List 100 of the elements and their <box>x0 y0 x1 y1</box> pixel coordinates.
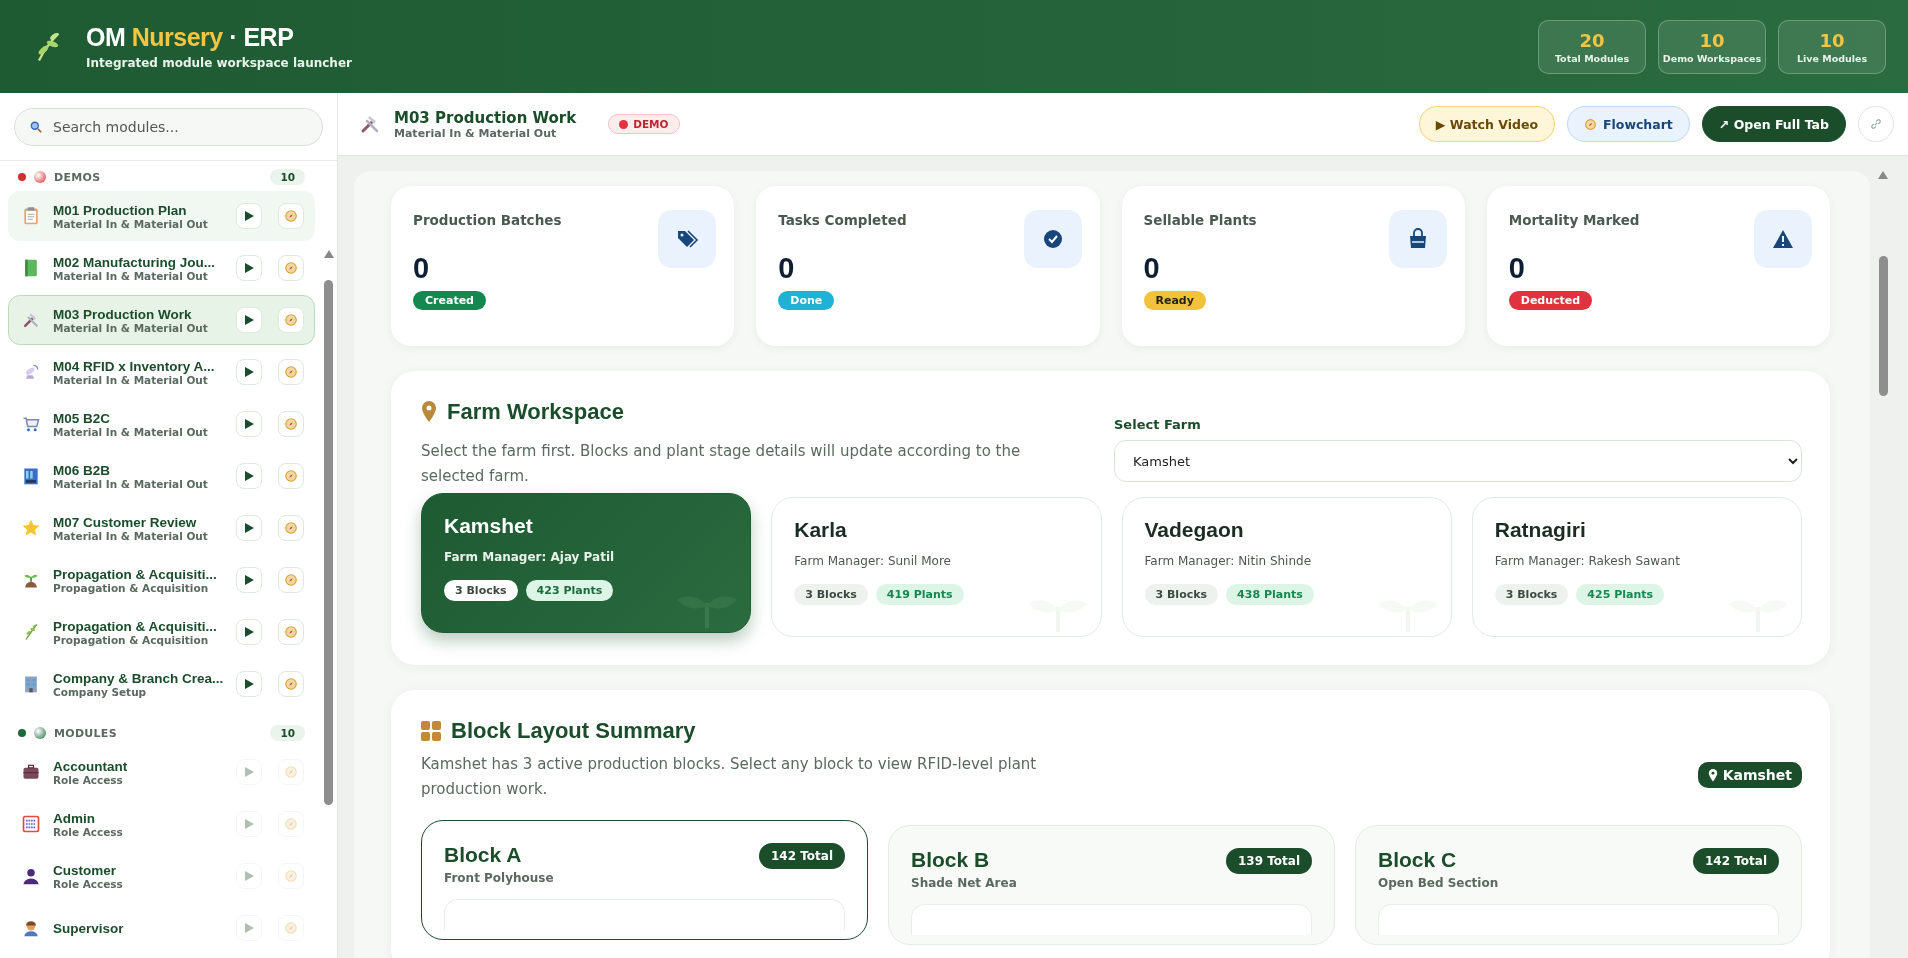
compass-icon <box>284 677 298 691</box>
play-icon <box>244 367 254 377</box>
module-item[interactable]: Propagation & Acquisiti... Propagation & Acquisition <box>8 555 315 605</box>
scroll-up-icon[interactable] <box>1878 171 1888 179</box>
warning-icon <box>1754 210 1812 268</box>
compass-button[interactable] <box>278 619 304 645</box>
total-badge: 139 Total <box>1226 848 1312 874</box>
farm-manager: Farm Manager: Ajay Patil <box>444 550 616 564</box>
module-title: M02 Manufacturing Jou... <box>53 254 216 270</box>
module-title: Propagation & Acquisiti... <box>53 566 218 582</box>
module-item[interactable]: M04 RFID x Inventory A... Material In & Material Out <box>8 347 315 397</box>
module-title: M01 Production Plan <box>53 202 188 218</box>
status-badge: Ready <box>1143 291 1206 310</box>
module-item[interactable]: M01 Production Plan Material In & Material Out <box>8 191 315 241</box>
compass-icon <box>1584 117 1597 131</box>
stat-value: 10 <box>1699 29 1725 51</box>
tags-icon <box>658 210 717 268</box>
farm-manager: Farm Manager: Rakesh Sawant <box>1494 554 1681 568</box>
module-item[interactable]: M03 Production Work Material In & Material Out <box>8 295 315 345</box>
compass-button[interactable] <box>278 203 304 229</box>
clipboard-icon <box>21 206 41 226</box>
farm-card[interactable]: Karla Farm Manager: Sunil More 3 Blocks 419 Plants <box>771 497 1102 637</box>
farm-card[interactable]: Vadegaon Farm Manager: Nitin Shinde 3 Blocks 438 Plants <box>1121 497 1452 637</box>
play-button[interactable] <box>236 255 262 281</box>
module-item[interactable]: Company & Branch Crea... Company Setup <box>8 659 315 709</box>
plants-chip: 419 Plants <box>875 584 964 605</box>
block-card[interactable]: Block C Open Bed Section 142 Total <box>1355 825 1802 945</box>
block-card[interactable]: Block B Shade Net Area 139 Total <box>888 825 1335 945</box>
play-button[interactable] <box>236 411 262 437</box>
module-title: Supervisor <box>53 920 125 936</box>
module-subtitle: Company Setup <box>53 685 148 698</box>
compass-icon <box>284 365 298 379</box>
status-badge: Created <box>413 291 486 310</box>
location-pin-icon <box>1707 768 1718 782</box>
farm-card[interactable]: Ratnagiri Farm Manager: Rakesh Sawant 3 Blocks 425 Plants <box>1471 497 1802 637</box>
play-button[interactable] <box>236 619 262 645</box>
total-badge: 142 Total <box>759 843 845 869</box>
total-badge: 142 Total <box>1693 848 1779 874</box>
compass-button[interactable] <box>278 255 304 281</box>
compass-button[interactable] <box>278 567 304 593</box>
module-item[interactable]: M05 B2C Material In & Material Out <box>8 399 315 449</box>
play-button[interactable] <box>236 359 262 385</box>
scroll-up-icon[interactable] <box>324 250 334 258</box>
module-title: Admin <box>53 810 96 826</box>
play-icon <box>244 767 254 777</box>
farm-name: Vadegaon <box>1144 518 1245 542</box>
play-button[interactable] <box>236 515 262 541</box>
link-button[interactable] <box>1858 106 1894 142</box>
module-item[interactable]: Propagation & Acquisiti... Propagation & Acquisition <box>8 607 315 657</box>
module-subtitle: Material In & Material Out <box>53 373 209 386</box>
plants-chip: 425 Plants <box>1576 584 1665 605</box>
compass-icon <box>284 921 298 935</box>
compass-button[interactable] <box>278 307 304 333</box>
flowchart-button[interactable]: Flowchart <box>1567 106 1690 142</box>
module-title: M03 Production Work <box>53 306 193 322</box>
scrollbar-thumb[interactable] <box>324 280 333 805</box>
compass-button[interactable] <box>278 671 304 697</box>
farm-select[interactable]: Kamshet <box>1114 440 1802 482</box>
module-title: M07 Customer Review <box>53 514 198 530</box>
section-title: Farm Workspace <box>447 399 624 425</box>
play-button[interactable] <box>236 307 262 333</box>
play-button[interactable] <box>236 671 262 697</box>
play-icon <box>244 523 254 533</box>
group-dot-icon <box>34 171 46 183</box>
play-button[interactable] <box>236 203 262 229</box>
stat-label: Total Modules <box>1554 52 1630 64</box>
module-item[interactable]: M02 Manufacturing Jou... Material In & Material Out <box>8 243 315 293</box>
play-button[interactable] <box>236 463 262 489</box>
compass-icon <box>284 469 298 483</box>
open-full-tab-button[interactable]: ↗ Open Full Tab <box>1701 106 1846 142</box>
play-button[interactable] <box>236 567 262 593</box>
link-icon <box>1869 117 1883 131</box>
compass-icon <box>284 209 298 223</box>
scrollbar-thumb[interactable] <box>1878 256 1888 396</box>
compass-button[interactable] <box>278 359 304 385</box>
stat-card-label: Mortality Marked <box>1508 212 1641 228</box>
block-name: Block C <box>1378 848 1458 872</box>
compass-button[interactable] <box>278 463 304 489</box>
compass-icon <box>284 625 298 639</box>
watch-video-button[interactable]: ▶ Watch Video <box>1418 106 1555 142</box>
workspace-subtitle: Material In & Material Out <box>394 126 558 140</box>
module-subtitle: Material In & Material Out <box>53 217 209 230</box>
farm-card[interactable]: Kamshet Farm Manager: Ajay Patil 3 Blocks 423 Plants <box>421 493 752 633</box>
compass-button[interactable] <box>278 411 304 437</box>
stat-card-label: Sellable Plants <box>1143 212 1258 228</box>
stat-value: 20 <box>1579 29 1605 51</box>
play-icon <box>244 679 254 689</box>
group-label: MODULES <box>54 726 118 740</box>
compass-button[interactable] <box>278 515 304 541</box>
farm-manager: Farm Manager: Nitin Shinde <box>1144 554 1313 568</box>
search-field[interactable]: Search modules... <box>14 108 323 146</box>
briefcase-icon <box>21 762 41 782</box>
farm-name: Ratnagiri <box>1494 518 1587 542</box>
block-card[interactable]: Block A Front Polyhouse 142 Total <box>421 820 868 940</box>
play-icon <box>244 923 254 933</box>
block-area: Shade Net Area <box>911 876 1017 890</box>
status-badge: Deducted <box>1508 291 1593 310</box>
module-item[interactable]: M07 Customer Review Material In & Material Out <box>8 503 315 553</box>
demo-badge: DEMO <box>608 114 680 134</box>
module-item[interactable]: M06 B2B Material In & Material Out <box>8 451 315 501</box>
